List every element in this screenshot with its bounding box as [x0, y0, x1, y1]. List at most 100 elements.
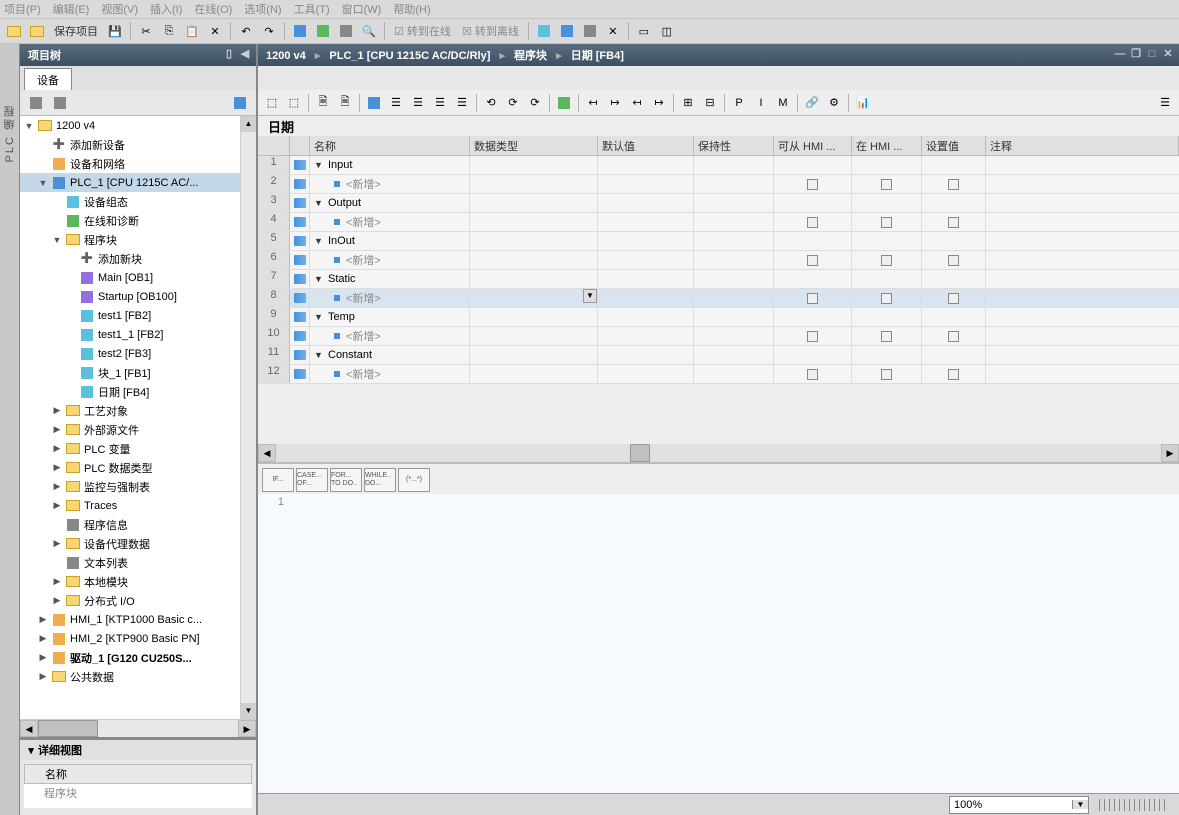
checkbox[interactable]: [881, 369, 892, 380]
scroll-down-icon[interactable]: ▼: [241, 703, 256, 719]
left-tab-plc-programming[interactable]: PLC 编程: [2, 104, 18, 162]
ed-icon-10[interactable]: ↤: [583, 93, 603, 113]
minimize-icon[interactable]: —: [1113, 48, 1127, 62]
tree-startup-ob100[interactable]: Startup [OB100]: [20, 287, 256, 306]
code-body[interactable]: [290, 494, 1179, 793]
tree-test2-fb3[interactable]: test2 [FB3]: [20, 344, 256, 363]
cell-hmi-in[interactable]: [852, 270, 922, 288]
ed-icon-indent-out[interactable]: ☰: [408, 93, 428, 113]
tree-tb-icon-3[interactable]: [230, 93, 250, 113]
ed-icon-14[interactable]: ⊞: [678, 93, 698, 113]
breadcrumb-part-4[interactable]: 日期 [FB4]: [571, 50, 624, 62]
chevron-down-icon[interactable]: ▼: [314, 274, 324, 284]
tb-icon-3[interactable]: [580, 21, 600, 41]
chevron-down-icon[interactable]: ▼: [314, 198, 324, 208]
cell-type[interactable]: [470, 213, 598, 231]
tree-device-proxy[interactable]: ▶设备代理数据: [20, 534, 256, 553]
cell-default[interactable]: [598, 194, 694, 212]
cell-retain[interactable]: [694, 289, 774, 307]
cell-default[interactable]: [598, 270, 694, 288]
go-offline-button[interactable]: ☒ 转到离线: [458, 23, 523, 39]
cell-default[interactable]: [598, 251, 694, 269]
iface-hs-left-icon[interactable]: ◀: [258, 444, 276, 462]
ed-icon-16[interactable]: P: [729, 93, 749, 113]
cell-hmi-from[interactable]: [774, 308, 852, 326]
ed-icon-uncomment[interactable]: ☰: [452, 93, 472, 113]
zoom-slider[interactable]: [1099, 799, 1169, 811]
section-temp[interactable]: ▼Temp: [310, 308, 470, 326]
pal-comment[interactable]: (*...*): [398, 468, 430, 492]
cell-type[interactable]: [470, 346, 598, 364]
tree-plc-1[interactable]: ▼PLC_1 [CPU 1215C AC/...: [20, 173, 256, 192]
cell-default[interactable]: [598, 213, 694, 231]
ed-icon-15[interactable]: ⊟: [700, 93, 720, 113]
chevron-down-icon[interactable]: ▼: [314, 350, 324, 360]
header-name[interactable]: 名称: [310, 136, 470, 155]
cell-setpoint[interactable]: [922, 156, 986, 174]
cell-hmi-in[interactable]: [852, 327, 922, 345]
section-output[interactable]: ▼Output: [310, 194, 470, 212]
open-project-icon[interactable]: [27, 21, 47, 41]
section-static[interactable]: ▼Static: [310, 270, 470, 288]
cell-comment[interactable]: [986, 346, 1179, 364]
copy-icon[interactable]: ⎘: [159, 21, 179, 41]
cell-type[interactable]: [470, 156, 598, 174]
iface-row-8[interactable]: 8<新增>▼: [258, 289, 1179, 308]
cell-retain[interactable]: [694, 251, 774, 269]
iface-hs-right-icon[interactable]: ▶: [1161, 444, 1179, 462]
cell-comment[interactable]: [986, 289, 1179, 307]
cell-comment[interactable]: [986, 270, 1179, 288]
save-icon[interactable]: 💾: [105, 21, 125, 41]
cell-hmi-in[interactable]: [852, 289, 922, 307]
cell-default[interactable]: [598, 175, 694, 193]
cell-comment[interactable]: [986, 327, 1179, 345]
pal-if[interactable]: IF...: [262, 468, 294, 492]
cell-setpoint[interactable]: [922, 308, 986, 326]
cell-default[interactable]: [598, 365, 694, 383]
ed-icon-18[interactable]: M: [773, 93, 793, 113]
pal-while[interactable]: WHILE.. DO...: [364, 468, 396, 492]
ed-icon-1[interactable]: ⬚: [262, 93, 282, 113]
checkbox[interactable]: [948, 217, 959, 228]
tree-ext-sources[interactable]: ▶外部源文件: [20, 420, 256, 439]
menu-view[interactable]: 视图(V): [101, 1, 138, 17]
tree-tech-objects[interactable]: ▶工艺对象: [20, 401, 256, 420]
checkbox[interactable]: [881, 255, 892, 266]
cell-type[interactable]: [470, 327, 598, 345]
iface-row-1[interactable]: 1▼Input: [258, 156, 1179, 175]
breadcrumb-part-2[interactable]: PLC_1 [CPU 1215C AC/DC/Rly]: [329, 50, 490, 62]
tree-tb-icon-2[interactable]: [50, 93, 70, 113]
tree-hmi2[interactable]: ▶HMI_2 [KTP900 Basic PN]: [20, 629, 256, 648]
cell-retain[interactable]: [694, 175, 774, 193]
breadcrumb-part-1[interactable]: 1200 v4: [266, 50, 306, 62]
ed-icon-19[interactable]: 🔗: [802, 93, 822, 113]
checkbox[interactable]: [807, 331, 818, 342]
add-new-8[interactable]: <新增>: [310, 289, 470, 307]
ed-icon-20[interactable]: ⚙: [824, 93, 844, 113]
checkbox[interactable]: [807, 369, 818, 380]
paste-icon[interactable]: 📋: [182, 21, 202, 41]
iface-hs-thumb[interactable]: [630, 444, 650, 462]
maximize-icon[interactable]: □: [1145, 48, 1159, 62]
cell-hmi-in[interactable]: [852, 213, 922, 231]
cell-default[interactable]: [598, 346, 694, 364]
cell-hmi-from[interactable]: [774, 365, 852, 383]
cell-default[interactable]: [598, 156, 694, 174]
cell-setpoint[interactable]: [922, 194, 986, 212]
cell-retain[interactable]: [694, 156, 774, 174]
menu-window[interactable]: 窗口(W): [342, 1, 382, 17]
cell-default[interactable]: [598, 289, 694, 307]
tb-icon-2[interactable]: [557, 21, 577, 41]
tree-program-blocks[interactable]: ▼程序块: [20, 230, 256, 249]
checkbox[interactable]: [807, 179, 818, 190]
cell-hmi-from[interactable]: [774, 175, 852, 193]
menu-online[interactable]: 在线(O): [194, 1, 232, 17]
tree-common-data[interactable]: ▶公共数据: [20, 667, 256, 686]
cell-hmi-in[interactable]: [852, 194, 922, 212]
breadcrumb-part-3[interactable]: 程序块: [514, 50, 547, 62]
cell-setpoint[interactable]: [922, 289, 986, 307]
checkbox[interactable]: [948, 255, 959, 266]
checkbox[interactable]: [807, 293, 818, 304]
cell-type[interactable]: [470, 175, 598, 193]
split-h-icon[interactable]: ▭: [634, 21, 654, 41]
